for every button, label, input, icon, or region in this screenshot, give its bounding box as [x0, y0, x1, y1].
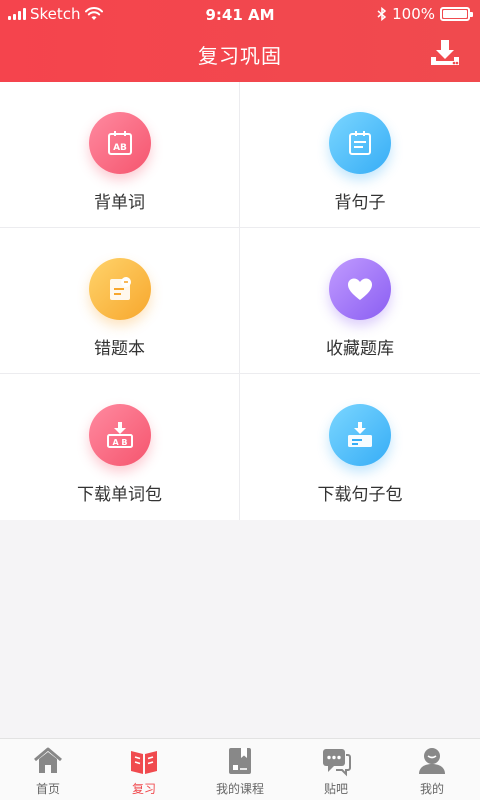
- battery-icon: [440, 7, 473, 21]
- grid-item-sentences[interactable]: 背句子: [240, 82, 480, 228]
- tab-label: 我的: [419, 782, 444, 796]
- tab-bar: 首页 复习 我的课程 贴吧 我的: [0, 738, 480, 800]
- grid-item-label: 下载句子包: [317, 485, 403, 505]
- bluetooth-icon: [377, 7, 387, 21]
- tab-label: 贴吧: [323, 782, 348, 796]
- svg-text:A B: A B: [112, 438, 127, 447]
- grid-item-favorites[interactable]: 收藏题库: [240, 228, 480, 374]
- download-words-icon: A B: [88, 404, 151, 466]
- download-icon: [431, 40, 459, 65]
- profile-icon: [419, 748, 445, 774]
- grid-item-label: 错题本: [94, 339, 145, 359]
- tab-review[interactable]: 复习: [96, 739, 192, 800]
- notebook-icon: [88, 258, 151, 320]
- tab-home[interactable]: 首页: [0, 739, 96, 800]
- svg-text:AB: AB: [113, 143, 127, 153]
- course-icon: [229, 748, 251, 774]
- grid-item-label: 下载单词包: [77, 485, 162, 505]
- download-button[interactable]: [428, 36, 462, 70]
- download-sentences-icon: [329, 404, 391, 466]
- grid-item-download-sentences[interactable]: 下载句子包: [240, 374, 480, 520]
- tab-my-courses[interactable]: 我的课程: [192, 739, 288, 800]
- review-grid: AB 背单词 背句子 错题本 收藏题库 A B 下载单词包 下载句子包: [0, 82, 480, 520]
- app-header: Sketch 9:41 AM 100% 复习巩固: [0, 0, 480, 82]
- sentence-card-icon: [329, 112, 391, 174]
- tab-label: 我的课程: [215, 782, 264, 796]
- grid-item-vocabulary[interactable]: AB 背单词: [0, 82, 240, 228]
- heart-icon: [329, 258, 391, 320]
- review-book-icon: [131, 751, 157, 774]
- grid-item-mistakes[interactable]: 错题本: [0, 228, 240, 374]
- grid-item-download-words[interactable]: A B 下载单词包: [0, 374, 240, 520]
- grid-item-label: 背单词: [94, 193, 145, 213]
- grid-item-label: 背句子: [334, 193, 386, 213]
- tab-label: 首页: [35, 782, 60, 796]
- home-icon: [34, 747, 62, 773]
- status-right: 100%: [377, 5, 473, 23]
- tab-label: 复习: [131, 782, 156, 796]
- page-title: 复习巩固: [198, 44, 282, 68]
- tab-forum[interactable]: 贴吧: [288, 739, 384, 800]
- chat-icon: [323, 749, 351, 777]
- tab-profile[interactable]: 我的: [384, 739, 480, 800]
- battery-label: 100%: [392, 5, 435, 23]
- ab-card-icon: AB: [88, 112, 151, 174]
- grid-item-label: 收藏题库: [326, 339, 394, 359]
- status-bar: Sketch 9:41 AM 100%: [0, 0, 480, 28]
